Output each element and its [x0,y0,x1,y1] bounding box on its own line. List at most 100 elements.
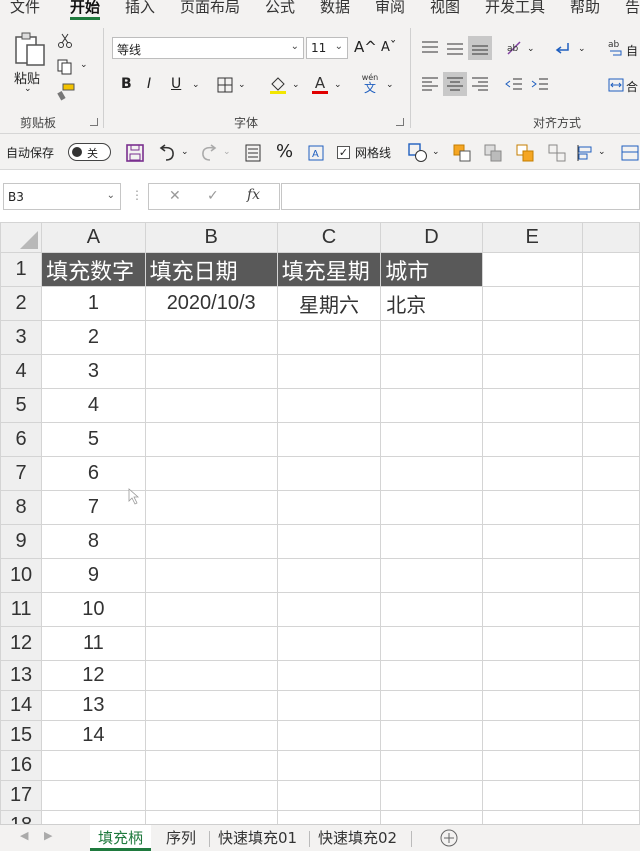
cell[interactable] [41,780,146,811]
cell[interactable] [380,320,483,355]
header-cell[interactable]: 城市 [380,252,483,287]
format-painter-icon[interactable] [56,82,76,102]
tab-home[interactable]: 开始 [70,0,101,20]
row-header[interactable]: 7 [0,456,43,491]
column-header-a[interactable]: A [41,222,146,253]
cell[interactable] [481,252,583,287]
cell[interactable]: 11 [41,626,146,661]
cell[interactable] [481,558,583,593]
cell[interactable] [380,388,483,423]
align-top-icon[interactable] [420,38,440,58]
cell[interactable] [276,524,382,559]
copy-icon[interactable] [56,58,74,76]
cell[interactable] [380,524,483,559]
cell[interactable] [276,388,382,423]
cell[interactable] [41,810,146,824]
select-all-corner[interactable] [0,222,43,253]
cell[interactable] [581,558,640,593]
tab-view[interactable]: 视图 [430,0,460,17]
cell[interactable] [581,720,640,751]
row-header[interactable]: 9 [0,524,43,559]
cell[interactable] [481,388,583,423]
cell[interactable] [380,456,483,491]
cell[interactable] [380,750,483,781]
cell[interactable] [380,720,483,751]
row-header[interactable]: 10 [0,558,43,593]
cell[interactable]: 8 [41,524,146,559]
cell[interactable] [481,626,583,661]
font-size-select[interactable]: 11 ⌄ [306,37,348,59]
cell[interactable] [144,626,278,661]
sheet-tab-active[interactable]: 填充柄 [90,825,152,851]
autosave-toggle[interactable]: 关 [68,143,111,161]
clipboard-launcher-icon[interactable] [90,118,98,126]
font-launcher-icon[interactable] [396,118,404,126]
row-header[interactable]: 6 [0,422,43,457]
align-center-icon[interactable] [443,72,467,96]
row-header[interactable]: 8 [0,490,43,525]
cell[interactable]: 2 [41,320,146,355]
scroll-tabs-right-icon[interactable]: ▶ [44,829,52,842]
cell[interactable]: 14 [41,720,146,751]
row-header[interactable]: 2 [0,286,43,321]
cell[interactable]: 北京 [380,286,483,321]
cell[interactable] [481,490,583,525]
fill-color-dropdown-icon[interactable]: ⌄ [292,80,300,90]
column-header-c[interactable]: C [276,222,382,253]
grow-font-button[interactable]: A^ [354,38,377,56]
undo-dropdown-icon[interactable]: ⌄ [181,147,189,157]
cell[interactable] [276,780,382,811]
cell[interactable] [380,810,483,824]
cell[interactable] [481,592,583,627]
underline-dropdown-icon[interactable]: ⌄ [192,80,200,90]
cell[interactable]: 1 [41,286,146,321]
row-header[interactable]: 1 [0,252,43,287]
align-left-icon[interactable] [420,74,440,94]
cell[interactable] [481,286,583,321]
bring-forward-icon[interactable] [452,143,472,163]
header-cell[interactable]: 填充日期 [144,252,278,287]
tab-formulas[interactable]: 公式 [265,0,295,17]
align-bottom-icon[interactable] [468,36,492,60]
cell[interactable] [481,750,583,781]
shapes-dropdown-icon[interactable]: ⌄ [432,147,440,157]
cell[interactable] [276,592,382,627]
cell[interactable] [144,320,278,355]
cell[interactable]: 5 [41,422,146,457]
cell[interactable]: 10 [41,592,146,627]
borders-icon[interactable] [216,76,234,94]
add-sheet-icon[interactable] [440,829,458,847]
send-backward-icon[interactable] [483,143,503,163]
cell[interactable] [276,354,382,389]
wrap-text-label[interactable]: 自 [626,42,638,59]
phonetic-icon[interactable]: wén 文 [358,72,382,96]
cell[interactable] [581,422,640,457]
cell[interactable] [380,592,483,627]
row-header[interactable]: 11 [0,592,43,627]
merge-center-icon[interactable] [607,76,625,94]
cell[interactable] [276,810,382,824]
rtl-icon[interactable] [553,38,573,58]
redo-dropdown-icon[interactable]: ⌄ [223,147,231,157]
cell[interactable] [581,810,640,824]
cell[interactable] [581,490,640,525]
tab-data[interactable]: 数据 [320,0,350,17]
cell[interactable] [481,354,583,389]
cell[interactable] [144,660,278,691]
column-header-d[interactable]: D [380,222,483,253]
scroll-tabs-left-icon[interactable]: ◀ [20,829,28,842]
font-name-select[interactable]: 等线 ⌄ [112,37,304,59]
group-objects-icon[interactable] [547,143,567,163]
cell[interactable] [581,592,640,627]
sheet-tab[interactable]: 快速填充01 [210,825,305,851]
column-header-b[interactable]: B [144,222,278,253]
header-cell[interactable]: 填充数字 [41,252,146,287]
row-header[interactable]: 12 [0,626,43,661]
cell[interactable]: 12 [41,660,146,691]
cell[interactable] [276,422,382,457]
font-color-dropdown-icon[interactable]: ⌄ [334,80,342,90]
cell[interactable] [380,490,483,525]
cell[interactable] [144,592,278,627]
cell[interactable] [380,690,483,721]
text-box-icon[interactable]: A [306,143,326,163]
